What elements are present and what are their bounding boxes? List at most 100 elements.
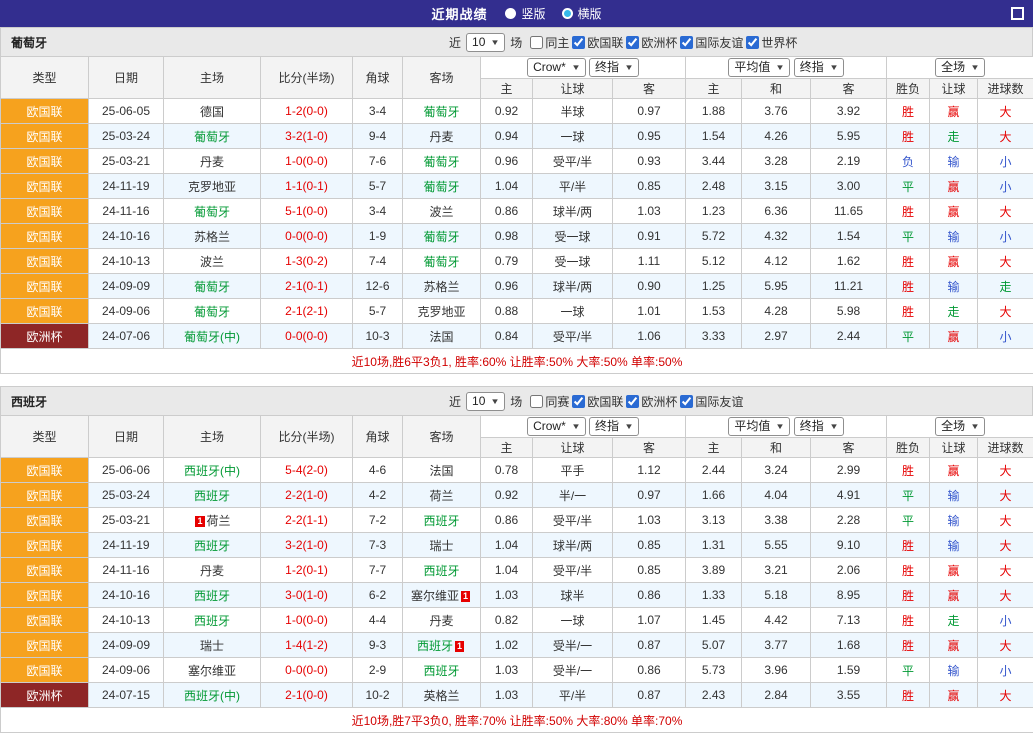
filter-bar: 近 10▼ 场 同赛欧国联欧洲杯国际友谊 [449, 392, 743, 411]
red-card-badge: 1 [461, 591, 470, 602]
team-name: 葡萄牙 [423, 105, 459, 119]
recent-count-value: 10 [472, 394, 485, 409]
away-odds-cell: 0.93 [613, 149, 686, 174]
bookmaker-select[interactable]: Crow*▼ [527, 58, 586, 77]
checkbox-input[interactable] [746, 36, 759, 49]
recent-count-select[interactable]: 10▼ [466, 33, 505, 52]
corners-cell: 7-7 [353, 558, 403, 583]
bookmaker-mode-select[interactable]: 终指▼ [589, 417, 639, 436]
away-team-cell: 葡萄牙 [403, 99, 481, 124]
average-select[interactable]: 平均值▼ [728, 417, 790, 436]
avg-away-cell: 7.13 [811, 608, 887, 633]
checkbox-input[interactable] [572, 395, 585, 408]
filter-checkbox-世界杯[interactable]: 世界杯 [746, 34, 797, 51]
avg-home-cell: 5.73 [686, 658, 742, 683]
filter-checkbox-国际友谊[interactable]: 国际友谊 [680, 34, 743, 51]
average-mode-select[interactable]: 终指▼ [794, 417, 844, 436]
avg-draw-cell: 3.24 [742, 458, 811, 483]
scope-select[interactable]: 全场▼ [935, 58, 985, 77]
chevron-down-icon: ▼ [624, 60, 634, 75]
score-cell: 1-3(0-2) [261, 249, 353, 274]
avg-home-cell: 1.53 [686, 299, 742, 324]
avg-away-cell: 9.10 [811, 533, 887, 558]
score-cell: 2-1(0-0) [261, 683, 353, 708]
filter-checkbox-欧国联[interactable]: 欧国联 [572, 393, 623, 410]
average-mode-select[interactable]: 终指▼ [794, 58, 844, 77]
away-odds-cell: 1.03 [613, 199, 686, 224]
corners-cell: 9-4 [353, 124, 403, 149]
col-home: 主场 [164, 416, 261, 458]
avg-away-cell: 1.59 [811, 658, 887, 683]
league-cell: 欧国联 [1, 174, 89, 199]
home-odds-cell: 1.04 [481, 558, 533, 583]
league-cell: 欧国联 [1, 274, 89, 299]
average-select[interactable]: 平均值▼ [728, 58, 790, 77]
home-odds-cell: 0.84 [481, 324, 533, 349]
goals-result-cell: 大 [978, 124, 1033, 149]
checkbox-input[interactable] [626, 36, 639, 49]
away-team-cell: 塞尔维亚1 [403, 583, 481, 608]
checkbox-input[interactable] [530, 395, 543, 408]
recent-count-select[interactable]: 10▼ [466, 392, 505, 411]
col-league: 类型 [1, 57, 89, 99]
date-cell: 25-03-24 [89, 124, 164, 149]
team-title: 葡萄牙 [11, 34, 47, 51]
away-team-cell: 苏格兰 [403, 274, 481, 299]
checkbox-input[interactable] [530, 36, 543, 49]
filter-checkbox-同赛[interactable]: 同赛 [530, 393, 569, 410]
layout-radio-横版[interactable]: 横版 [562, 5, 602, 22]
col-avg-away: 客 [811, 79, 887, 99]
avg-home-cell: 1.66 [686, 483, 742, 508]
league-cell: 欧国联 [1, 249, 89, 274]
recent-label: 近 [449, 34, 461, 51]
checkbox-label: 欧洲杯 [641, 34, 677, 51]
col-avg-draw: 和 [742, 438, 811, 458]
team-name: 苏格兰 [194, 230, 230, 244]
home-team-cell: 丹麦 [164, 558, 261, 583]
filter-checkbox-欧洲杯[interactable]: 欧洲杯 [626, 393, 677, 410]
chevron-down-icon: ▼ [624, 419, 634, 434]
away-team-cell: 波兰 [403, 199, 481, 224]
avg-home-cell: 3.44 [686, 149, 742, 174]
home-odds-cell: 0.94 [481, 124, 533, 149]
date-cell: 24-09-09 [89, 274, 164, 299]
layout-radio-竖版[interactable]: 竖版 [505, 5, 545, 22]
bookmaker-mode-select[interactable]: 终指▼ [589, 58, 639, 77]
scope-select[interactable]: 全场▼ [935, 417, 985, 436]
checkbox-input[interactable] [572, 36, 585, 49]
handicap-line-cell: 一球 [533, 124, 613, 149]
team-name: 葡萄牙 [423, 180, 459, 194]
handicap-result-cell: 输 [930, 149, 978, 174]
corners-cell: 10-2 [353, 683, 403, 708]
league-cell: 欧国联 [1, 299, 89, 324]
avg-draw-cell: 4.26 [742, 124, 811, 149]
corners-cell: 9-3 [353, 633, 403, 658]
home-team-cell: 克罗地亚 [164, 174, 261, 199]
checkbox-input[interactable] [680, 36, 693, 49]
corners-cell: 4-2 [353, 483, 403, 508]
filter-checkbox-欧洲杯[interactable]: 欧洲杯 [626, 34, 677, 51]
goals-result-cell: 大 [978, 199, 1033, 224]
match-row: 欧国联24-09-09葡萄牙2-1(0-1)12-6苏格兰0.96球半/两0.9… [1, 274, 1033, 299]
corners-cell: 5-7 [353, 299, 403, 324]
away-team-cell: 英格兰 [403, 683, 481, 708]
filter-checkbox-同主[interactable]: 同主 [530, 34, 569, 51]
checkbox-input[interactable] [680, 395, 693, 408]
date-cell: 24-09-06 [89, 299, 164, 324]
filter-checkbox-国际友谊[interactable]: 国际友谊 [680, 393, 743, 410]
result-cell: 平 [887, 508, 930, 533]
avg-home-cell: 1.23 [686, 199, 742, 224]
window-icon[interactable] [1011, 7, 1024, 20]
handicap-result-cell: 走 [930, 124, 978, 149]
filter-checkbox-欧国联[interactable]: 欧国联 [572, 34, 623, 51]
team-name: 德国 [200, 105, 224, 119]
chevron-down-icon: ▼ [571, 419, 581, 434]
away-team-cell: 西班牙 [403, 658, 481, 683]
bookmaker-select[interactable]: Crow*▼ [527, 417, 586, 436]
home-team-cell: 葡萄牙 [164, 124, 261, 149]
home-team-cell: 德国 [164, 99, 261, 124]
handicap-result-cell: 赢 [930, 174, 978, 199]
handicap-line-cell: 受一球 [533, 249, 613, 274]
col-corners: 角球 [353, 57, 403, 99]
checkbox-input[interactable] [626, 395, 639, 408]
